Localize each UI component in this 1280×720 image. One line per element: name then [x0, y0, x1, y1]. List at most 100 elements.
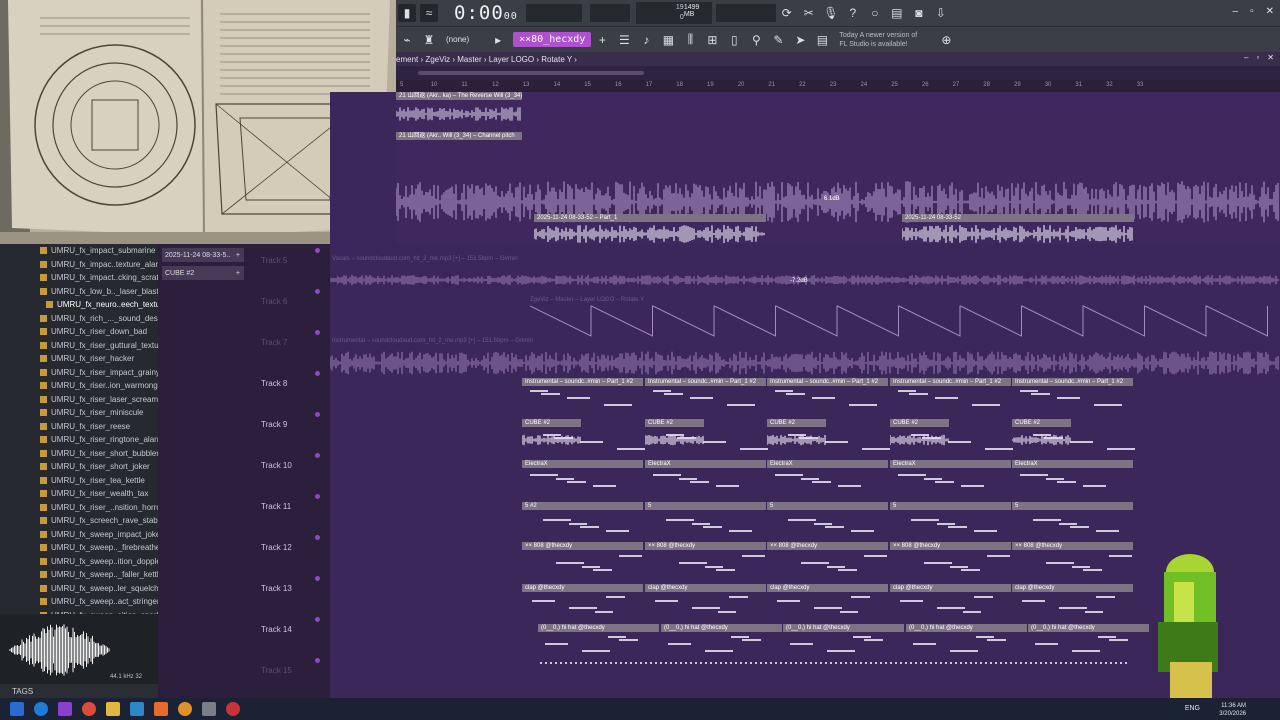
browser-item[interactable]: UMRU_fx_neuro..eech_texture [0, 298, 158, 312]
track-name[interactable]: Track 15 [261, 666, 292, 675]
track-mute-led[interactable] [315, 617, 320, 622]
track-name[interactable]: Track 13 [261, 584, 292, 593]
playlist-top-lanes[interactable]: 21 山回返 (Akr.. ka) – The Reverse Will (3_… [395, 92, 1280, 244]
web-icon[interactable]: ⊕ [937, 31, 955, 49]
browser-item[interactable]: UMRU_fx_riser_guttural_texture [0, 339, 158, 353]
track13-clip[interactable]: clap @thecxdy [767, 584, 888, 592]
help-icon[interactable]: ? [844, 4, 862, 22]
track12-clip[interactable]: ×× 808 @thecxdy [522, 542, 643, 550]
browser-item[interactable]: UMRU_fx_sweep_impact_joker [0, 528, 158, 542]
track14-clip[interactable]: (0__0,) hi hat @thecxdy [906, 624, 1027, 632]
track-name[interactable]: Track 6 [261, 297, 287, 306]
track-mute-led[interactable] [315, 535, 320, 540]
pattern-selector[interactable]: ××80_hecxdy [513, 32, 592, 47]
track-name[interactable]: Track 7 [261, 338, 287, 347]
track14-clip[interactable]: (0__0,) hi hat @thecxdy [661, 624, 782, 632]
audio-part-1[interactable]: 2025-11-24 08-33-52 – Part_1 [534, 214, 766, 222]
track11-clip[interactable]: 5 #2 [522, 502, 643, 510]
browser-item[interactable]: UMRU_fx_sweep.._firebreather [0, 541, 158, 555]
playlist-close-icon[interactable]: ✕ [1267, 53, 1274, 62]
channel-rack-icon[interactable]: ▦ [659, 31, 677, 49]
track12-clip[interactable]: ×× 808 @thecxdy [1012, 542, 1133, 550]
top-clip-1[interactable]: 21 山回返 (Akr.. ka) – The Reverse Will (3_… [396, 92, 522, 100]
taskbar-clock[interactable]: 11:36 AM 3/20/2026 [1219, 702, 1246, 718]
track11-clip[interactable]: 5 [645, 502, 766, 510]
track-name[interactable]: Track 11 [261, 502, 291, 511]
browser-item[interactable]: UMRU_fx_impact_submarine [0, 244, 158, 258]
clip-source-item[interactable]: 2025-11-24 08-33-5.. + [162, 248, 244, 262]
minimize-icon[interactable]: – [1233, 6, 1239, 17]
wave-menu-icon[interactable]: ≈ [420, 4, 438, 22]
play-arrow-icon[interactable]: ▸ [489, 31, 507, 49]
browser-item[interactable]: UMRU_fx_riser_wealth_tax [0, 487, 158, 501]
export-icon[interactable]: ⇩ [932, 4, 950, 22]
browser-item[interactable]: UMRU_fx_riser_miniscule [0, 406, 158, 420]
track-mute-led[interactable] [315, 412, 320, 417]
browser-item[interactable]: UMRU_fx_riser_..nsition_horror [0, 501, 158, 515]
render-icon[interactable]: ◙ [910, 4, 928, 22]
browser-item[interactable]: UMRU_fx_riser_down_bad [0, 325, 158, 339]
plugin-picker-icon[interactable]: ⊞ [703, 31, 721, 49]
stamp-icon[interactable]: ♜ [420, 31, 438, 49]
browser-icon[interactable]: ▯ [725, 31, 743, 49]
track-mute-led[interactable] [315, 289, 320, 294]
track14-clip[interactable]: (0__0,) hi hat @thecxdy [538, 624, 659, 632]
track11-clip[interactable]: 5 [1012, 502, 1133, 510]
playlist-minimize-icon[interactable]: – [1244, 53, 1248, 62]
playlist-icon[interactable]: ☰ [615, 31, 633, 49]
track12-clip[interactable]: ×× 808 @thecxdy [890, 542, 1011, 550]
add-pattern-icon[interactable]: + [593, 31, 611, 49]
browser-item[interactable]: UMRU_fx_rich_..._sound_design [0, 312, 158, 326]
browser-item[interactable]: UMRU_fx_riser_laser_scream [0, 393, 158, 407]
track10-clip[interactable]: ElectraX [767, 460, 888, 468]
track-mute-led[interactable] [315, 576, 320, 581]
browser-item[interactable]: UMRU_fx_sweep.._faller_kettle [0, 568, 158, 582]
edge-icon[interactable] [34, 702, 48, 716]
browser-item[interactable]: UMRU_fx_sweep..act_stringent [0, 595, 158, 609]
browser-item[interactable]: UMRU_fx_riser_ringtone_alarm [0, 433, 158, 447]
browser-item[interactable]: UMRU_fx_low_b.._laser_blaster [0, 285, 158, 299]
master-pitch-slider[interactable] [589, 4, 630, 22]
step-edit-icon[interactable]: ✂ [800, 4, 818, 22]
top-clip-2[interactable]: 21 山回返 (Akr.. Will (3_34) – Channel pitc… [396, 132, 522, 140]
track12-clip[interactable]: ×× 808 @thecxdy [767, 542, 888, 550]
track10-clip[interactable]: ElectraX [1012, 460, 1133, 468]
browser-item[interactable]: UMRU_fx_impac..texture_alarm [0, 258, 158, 272]
obs-icon[interactable] [226, 702, 240, 716]
save-icon[interactable]: ▤ [888, 4, 906, 22]
track-mute-led[interactable] [315, 330, 320, 335]
close-icon[interactable]: ✕ [1266, 6, 1274, 17]
scrollbar-thumb[interactable] [418, 71, 644, 75]
track10-clip[interactable]: ElectraX [522, 460, 643, 468]
track11-clip[interactable]: 5 [767, 502, 888, 510]
track-name[interactable]: Track 14 [261, 625, 292, 634]
track9-clip[interactable]: CUBE #2 [1012, 419, 1071, 427]
tempo-icon[interactable]: ⚲ [747, 31, 765, 49]
track-name[interactable]: Track 10 [261, 461, 292, 470]
track-name[interactable]: Track 12 [261, 543, 292, 552]
system-tray-lang[interactable]: ENG [1185, 705, 1200, 712]
track10-clip[interactable]: ElectraX [890, 460, 1011, 468]
time-ruler[interactable]: 5 10 11 12 13 14 15 16 17 18 19 20 21 22 23 24 25 26 27 28 2… [396, 80, 1280, 92]
maximize-icon[interactable]: ▫ [1250, 6, 1254, 17]
browser-item[interactable]: UMRU_fx_riser_short_joker [0, 460, 158, 474]
file-explorer-icon[interactable] [106, 702, 120, 716]
track8-clip[interactable]: Instrumental – soundc..#min – Part_1 #2 [522, 378, 643, 386]
track-name[interactable]: Track 5 [261, 256, 287, 265]
track-name[interactable]: Track 8 [261, 379, 287, 388]
track-mute-led[interactable] [315, 658, 320, 663]
start-icon[interactable] [10, 702, 24, 716]
track-mute-led[interactable] [315, 453, 320, 458]
terminal-icon[interactable] [202, 702, 216, 716]
snap-select[interactable]: (none) [446, 35, 469, 44]
track-mute-led[interactable] [315, 494, 320, 499]
track-mute-led[interactable] [315, 248, 320, 253]
browser-item[interactable]: UMRU_fx_riser_short_bubbler [0, 447, 158, 461]
track8-clip[interactable]: Instrumental – soundc..#min – Part_1 #2 [1012, 378, 1133, 386]
track8-clip[interactable]: Instrumental – soundc..#min – Part_1 #2 [890, 378, 1011, 386]
song-time-display[interactable]: 0:0000 [454, 2, 518, 24]
pen-icon[interactable]: ✎ [769, 31, 787, 49]
track-mute-led[interactable] [315, 371, 320, 376]
app-icon[interactable] [58, 702, 72, 716]
chat-icon[interactable]: ○ [866, 4, 884, 22]
